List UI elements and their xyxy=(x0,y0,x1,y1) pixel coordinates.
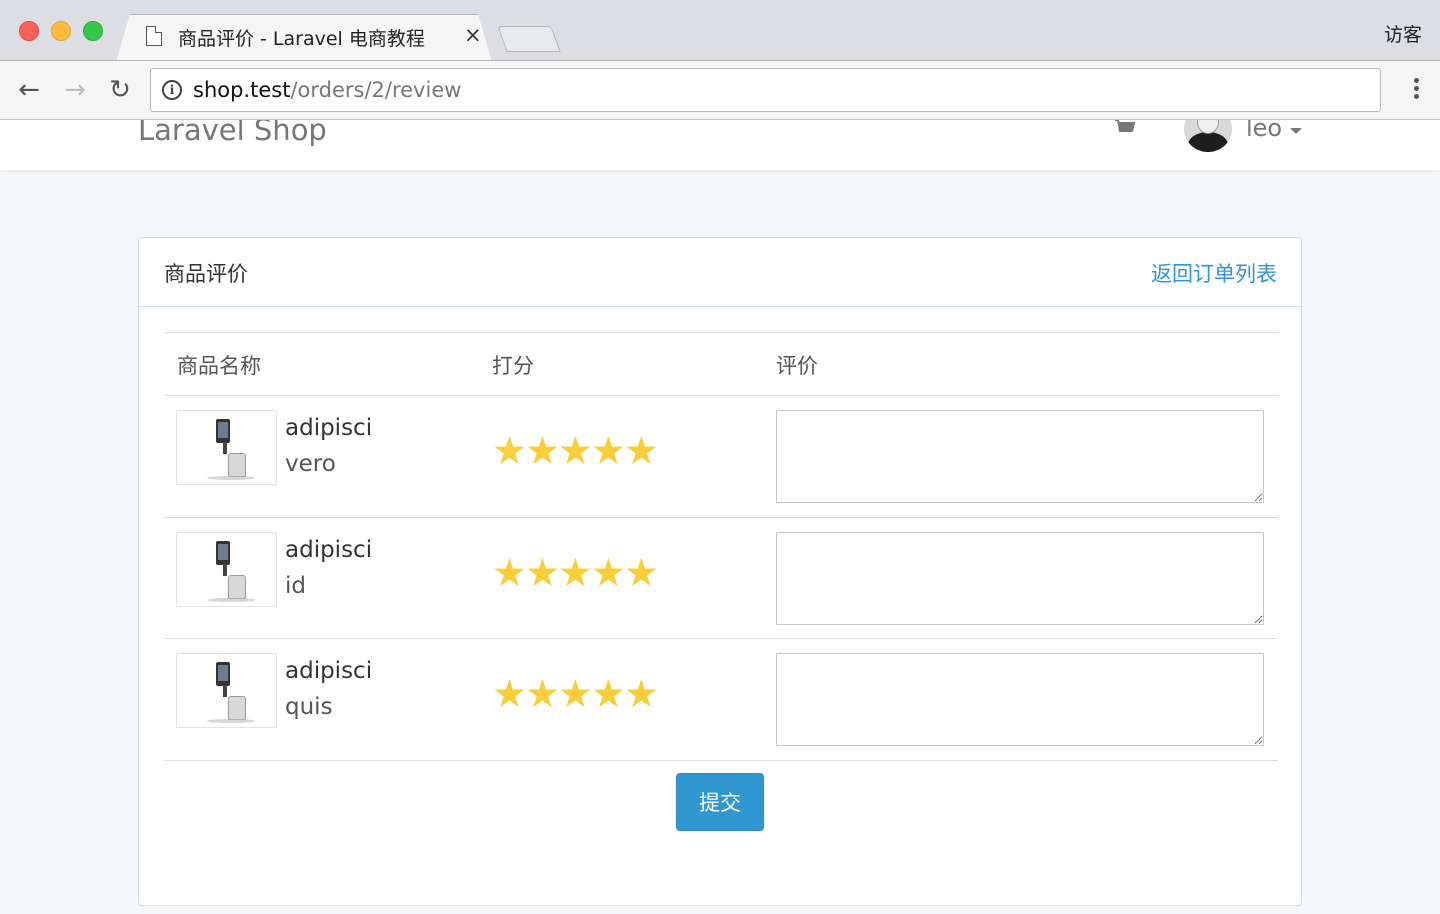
user-menu-toggle[interactable]: leo xyxy=(1246,120,1282,142)
back-to-orders-link[interactable]: 返回订单列表 xyxy=(1151,258,1277,288)
submit-button[interactable]: 提交 xyxy=(676,773,764,831)
info-icon[interactable]: i xyxy=(162,80,182,100)
product-title[interactable]: adipisci xyxy=(285,653,372,689)
brand-logo-text[interactable]: Laravel Shop xyxy=(138,120,327,147)
review-textarea[interactable] xyxy=(776,653,1264,746)
table-row: adipisci quis ★★★★★ xyxy=(164,639,1278,761)
table-row: adipisci id ★★★★★ xyxy=(164,518,1278,639)
star-rating[interactable]: ★★★★★ xyxy=(492,429,659,475)
table-row: adipisci vero ★★★★★ xyxy=(164,396,1278,518)
column-header-review: 评价 xyxy=(776,354,818,378)
product-image[interactable] xyxy=(176,410,277,485)
document-icon xyxy=(146,26,162,46)
tab-title[interactable]: 商品评价 - Laravel 电商教程 xyxy=(178,24,425,51)
product-title[interactable]: adipisci xyxy=(285,532,372,568)
chevron-down-icon[interactable] xyxy=(1290,128,1302,134)
column-header-score: 打分 xyxy=(492,354,534,378)
page-title: 商品评价 xyxy=(164,262,248,286)
url-text[interactable]: shop.test/orders/2/review xyxy=(193,78,461,102)
cart-icon[interactable] xyxy=(1114,120,1136,138)
url-host: shop.test xyxy=(193,78,291,102)
product-sku: id xyxy=(285,572,306,599)
star-rating[interactable]: ★★★★★ xyxy=(492,551,659,597)
back-arrow-icon[interactable]: ← xyxy=(12,73,46,107)
browser-toolbar: ← → ↻ i shop.test/orders/2/review xyxy=(0,60,1440,120)
browser-menu-icon[interactable] xyxy=(1414,78,1420,104)
window-minimize-button[interactable] xyxy=(51,21,71,41)
product-sku: quis xyxy=(285,694,333,720)
window-maximize-button[interactable] xyxy=(83,21,103,41)
window-close-button[interactable] xyxy=(19,21,39,41)
browser-profile-label[interactable]: 访客 xyxy=(1384,20,1422,47)
avatar[interactable] xyxy=(1184,120,1232,152)
forward-arrow-icon[interactable]: → xyxy=(58,73,92,107)
review-textarea[interactable] xyxy=(776,531,1264,625)
address-bar[interactable]: i shop.test/orders/2/review xyxy=(150,68,1381,112)
panel-header: 商品评价 返回订单列表 xyxy=(139,238,1301,307)
browser-tab-bar: 商品评价 - Laravel 电商教程 × 访客 xyxy=(0,0,1440,60)
tab-close-icon[interactable]: × xyxy=(464,23,482,47)
table-header: 商品名称 打分 评价 xyxy=(164,332,1278,396)
review-textarea[interactable] xyxy=(776,410,1264,503)
url-path: /orders/2/review xyxy=(290,78,462,102)
star-rating[interactable]: ★★★★★ xyxy=(492,672,659,718)
column-header-name: 商品名称 xyxy=(177,354,261,378)
product-title[interactable]: adipisci xyxy=(285,410,372,446)
product-sku: vero xyxy=(285,451,336,477)
review-table: 商品名称 打分 评价 adipisci vero ★★★★★ adipisci … xyxy=(164,332,1278,761)
site-navbar: Laravel Shop leo xyxy=(0,120,1440,170)
new-tab-button[interactable] xyxy=(497,26,561,52)
product-image[interactable] xyxy=(176,653,277,728)
reload-icon[interactable]: ↻ xyxy=(103,73,137,107)
product-image[interactable] xyxy=(176,531,277,607)
